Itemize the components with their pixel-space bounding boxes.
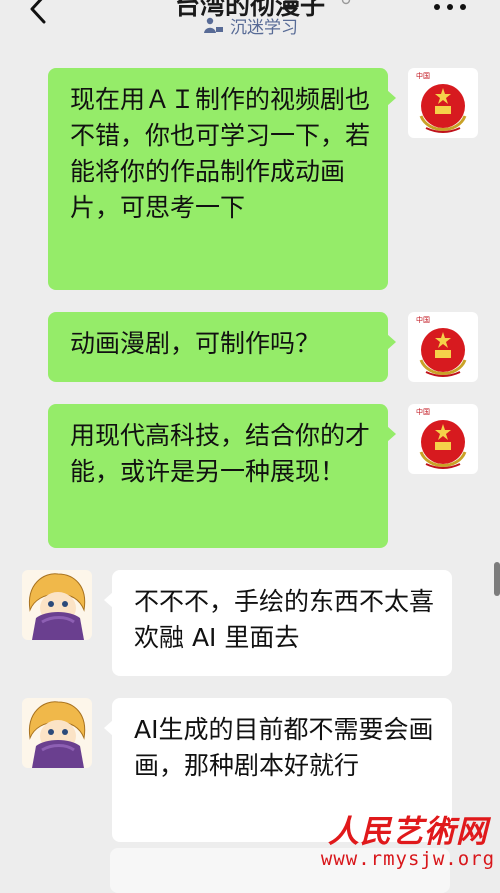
study-mode-icon [204, 17, 223, 33]
national-emblem-icon: 中国 [408, 312, 478, 382]
svg-text:中国: 中国 [416, 71, 430, 80]
watermark-name: 人民艺術网 [328, 814, 488, 850]
watermark-url: www.rmysjw.org [320, 848, 496, 870]
national-emblem-icon: 中国 [408, 68, 478, 138]
scrollbar[interactable] [494, 562, 500, 596]
cartoon-girl-icon [22, 698, 92, 768]
avatar-national-emblem[interactable]: 中国 [408, 312, 478, 382]
cartoon-girl-icon [22, 570, 92, 640]
message-bubble-sent[interactable]: 现在用ＡＩ制作的视频剧也不错，你也可学习一下，若能将你的作品制作成动画片，可思考… [48, 68, 396, 290]
avatar-national-emblem[interactable]: 中国 [408, 68, 478, 138]
chat-header: 台湾的彻漫子 沉迷学习 [0, 0, 500, 52]
message-bubble-sent[interactable]: 动画漫剧，可制作吗？ [48, 312, 396, 382]
more-dots-icon[interactable] [430, 0, 470, 14]
site-watermark: 人民艺術网 www.rmysjw.org [318, 806, 498, 882]
avatar-cartoon-girl[interactable] [22, 570, 92, 640]
message-bubble-sent[interactable]: 用现代高科技，结合你的才能，或许是另一种展现！ [48, 404, 396, 548]
svg-text:中国: 中国 [416, 407, 430, 416]
chat-subtitle-row: 沉迷学习 [0, 12, 500, 38]
national-emblem-icon: 中国 [408, 404, 478, 474]
svg-text:中国: 中国 [416, 315, 430, 324]
message-bubble-received[interactable]: 不不不，手绘的东西不太喜欢融 AI 里面去 [104, 570, 452, 676]
mute-bell-icon [341, 0, 351, 5]
avatar-national-emblem[interactable]: 中国 [408, 404, 478, 474]
chat-status-text: 沉迷学习 [230, 17, 298, 38]
avatar-cartoon-girl[interactable] [22, 698, 92, 768]
